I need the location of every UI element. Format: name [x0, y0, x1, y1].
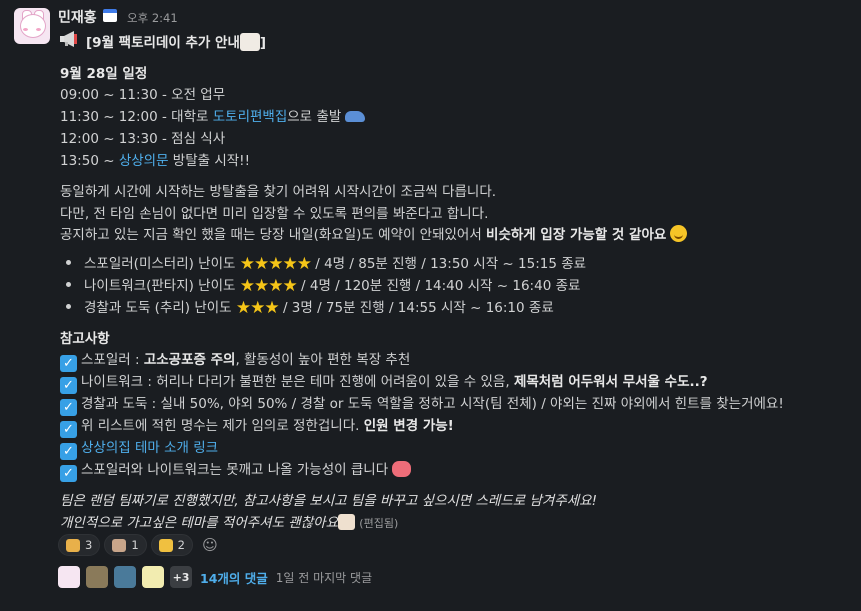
thumbs-up-emoji — [338, 514, 355, 530]
replier-avatar — [58, 566, 80, 588]
note-cops: ✓ 경찰과 도둑 : 실내 50%, 야외 50% / 경찰 or 도둑 역할을 … — [60, 392, 784, 416]
paragraph-3: 공지하고 있는 지금 확인 했을 때는 당장 내일(화요일)도 예약이 안돼있어… — [60, 223, 688, 243]
reactions-bar: 3 1 2 ☺ — [58, 534, 223, 556]
closing-line-2: 개인적으로 가고싶은 테마를 적어주셔도 괜찮아요 (편집됨) — [60, 514, 399, 531]
schedule-line-2: 11:30 ~ 12:00 - 대학로 도토리편백집으로 출발 — [60, 105, 366, 125]
author-name[interactable]: 민재홍 — [58, 7, 97, 27]
custom-emoji-icon — [112, 538, 127, 552]
note-nightwork: ✓ 나이트워크 : 허리나 다리가 불편한 분은 테마 진행에 어려움이 있을 수… — [60, 370, 708, 394]
schedule-line-1: 09:00 ~ 11:30 - 오전 업무 — [60, 87, 226, 103]
thread-replies[interactable]: +3 14개의 댓글 1일 전 마지막 댓글 — [58, 566, 372, 588]
reaction-thumbs-up[interactable]: 2 — [150, 534, 193, 556]
theme-intro-link[interactable]: 상상의집 테마 소개 링크 — [81, 440, 218, 456]
replier-avatar — [142, 566, 164, 588]
paragraph-2: 다만, 전 타임 손님이 없다면 미리 입장할 수 있도록 편의를 봐준다고 합… — [60, 206, 489, 222]
calendar-status-icon — [103, 9, 117, 22]
clap-icon — [66, 538, 80, 552]
more-repliers-count: +3 — [170, 566, 192, 588]
note-spoiler: ✓ 스포일러 : 고소공포증 주의, 활동성이 높아 편한 복장 추천 — [60, 348, 410, 372]
theme-item-spoiler: 스포일러(미스터리) 난이도 ★★★★★ / 4명 / 85분 진행 / 13:… — [84, 254, 587, 274]
message-timestamp[interactable]: 오후 2:41 — [127, 10, 178, 26]
megaphone-icon — [60, 31, 77, 47]
notes-heading: 참고사항 — [60, 331, 110, 347]
note-headcount: ✓ 위 리스트에 적힌 명수는 제가 임의로 정한겁니다. 인원 변경 가능! — [60, 414, 454, 438]
replier-avatar — [86, 566, 108, 588]
thumbs-up-icon — [158, 538, 173, 552]
author-avatar[interactable] — [14, 8, 50, 44]
theme-item-cops: 경찰과 도둑 (추리) 난이도 ★★★ / 3명 / 75분 진행 / 14:5… — [84, 298, 554, 318]
announcement-title: [9월 팩토리데이 추가 안내] — [86, 33, 267, 51]
schedule-heading: 9월 28일 일정 — [60, 66, 148, 82]
reply-count-link[interactable]: 14개의 댓글 — [200, 568, 268, 587]
last-reply-time: 1일 전 마지막 댓글 — [275, 570, 373, 585]
reaction-clap[interactable]: 3 — [58, 534, 101, 556]
cat-emoji — [392, 461, 412, 477]
schedule-line-4: 13:50 ~ 상상의문 방탈출 시작!! — [60, 153, 251, 169]
star-rating: ★★★★ — [239, 276, 298, 296]
note-link: ✓ 상상의집 테마 소개 링크 — [60, 436, 218, 460]
schedule-line-3: 12:00 ~ 13:30 - 점심 식사 — [60, 131, 226, 147]
restaurant-link[interactable]: 도토리편백집 — [213, 109, 288, 125]
note-difficulty: ✓ 스포일러와 나이트워크는 못깨고 나올 가능성이 큽니다 — [60, 458, 412, 482]
bullet — [66, 304, 71, 309]
check-icon: ✓ — [60, 465, 77, 482]
edited-label: (편집됨) — [359, 517, 399, 530]
star-rating: ★★★★★ — [239, 254, 312, 274]
car-emoji — [345, 111, 366, 122]
reaction-custom[interactable]: 1 — [104, 534, 147, 556]
add-reaction-icon[interactable]: ☺ — [197, 534, 223, 556]
theme-item-nightwork: 나이트워크(판타지) 난이도 ★★★★ / 4명 / 120분 진행 / 14:… — [84, 276, 581, 296]
star-rating: ★★★ — [235, 298, 280, 318]
replier-avatar — [114, 566, 136, 588]
bullet — [66, 260, 71, 265]
bullet — [66, 282, 71, 287]
closing-line-1: 팀은 랜덤 팀짜기로 진행했지만, 참고사항을 보시고 팀을 바꾸고 싶으시면 … — [60, 493, 597, 509]
dog-emoji — [239, 33, 260, 51]
paragraph-1: 동일하게 시간에 시작하는 방탈출을 찾기 어려워 시작시간이 조금씩 다릅니다… — [60, 184, 497, 200]
smile-emoji — [670, 225, 688, 242]
escape-room-link[interactable]: 상상의문 — [119, 153, 169, 169]
